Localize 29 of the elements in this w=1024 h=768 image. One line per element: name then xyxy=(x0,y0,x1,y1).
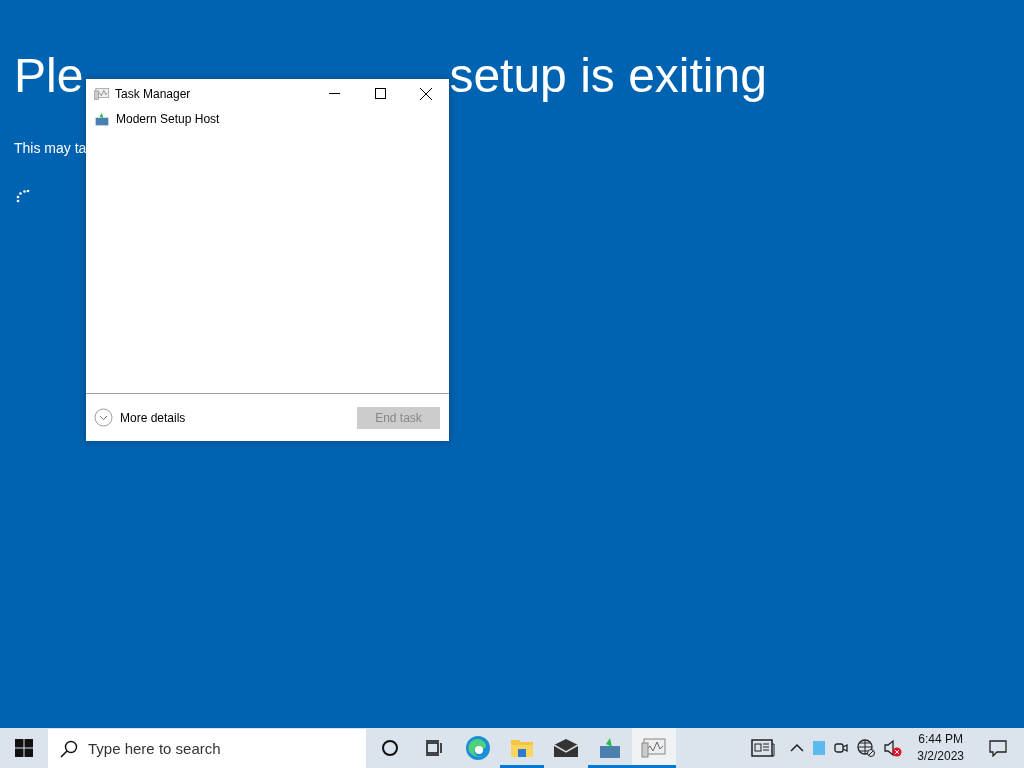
setup-heading: Ple xyxy=(14,48,84,104)
muted-speaker-icon[interactable] xyxy=(883,739,904,757)
close-icon xyxy=(420,87,432,100)
globe-icon[interactable] xyxy=(857,739,876,757)
monitor-chart-icon xyxy=(94,86,110,101)
setup-icon xyxy=(94,112,110,126)
maximize-icon xyxy=(374,88,386,99)
window-title: Task Manager xyxy=(115,86,192,101)
clock[interactable]: 6:44 PM 3/2/2023 xyxy=(917,731,964,765)
camera-icon[interactable] xyxy=(833,740,850,756)
monitor-chart-icon xyxy=(641,737,667,759)
search-field[interactable]: Type here to search xyxy=(48,729,366,768)
more-details-button[interactable]: More details xyxy=(94,408,357,427)
folder-icon xyxy=(510,737,534,759)
search-icon xyxy=(60,739,78,758)
task-view-icon xyxy=(425,739,443,757)
setup-heading: setup is exiting xyxy=(449,48,767,104)
envelope-icon xyxy=(553,738,579,758)
news-icon[interactable] xyxy=(751,739,776,757)
app-name: Modern Setup Host xyxy=(116,112,220,126)
circle-icon xyxy=(381,739,399,757)
windows-logo-icon xyxy=(15,739,33,757)
setup-subtitle: This may ta xyxy=(14,140,87,156)
browser-icon xyxy=(465,735,491,761)
chevron-up-icon[interactable] xyxy=(789,743,806,753)
chevron-down-icon xyxy=(94,408,113,427)
setup-icon xyxy=(598,737,622,759)
loading-spinner-icon xyxy=(16,189,30,203)
minimize-icon xyxy=(328,93,340,94)
